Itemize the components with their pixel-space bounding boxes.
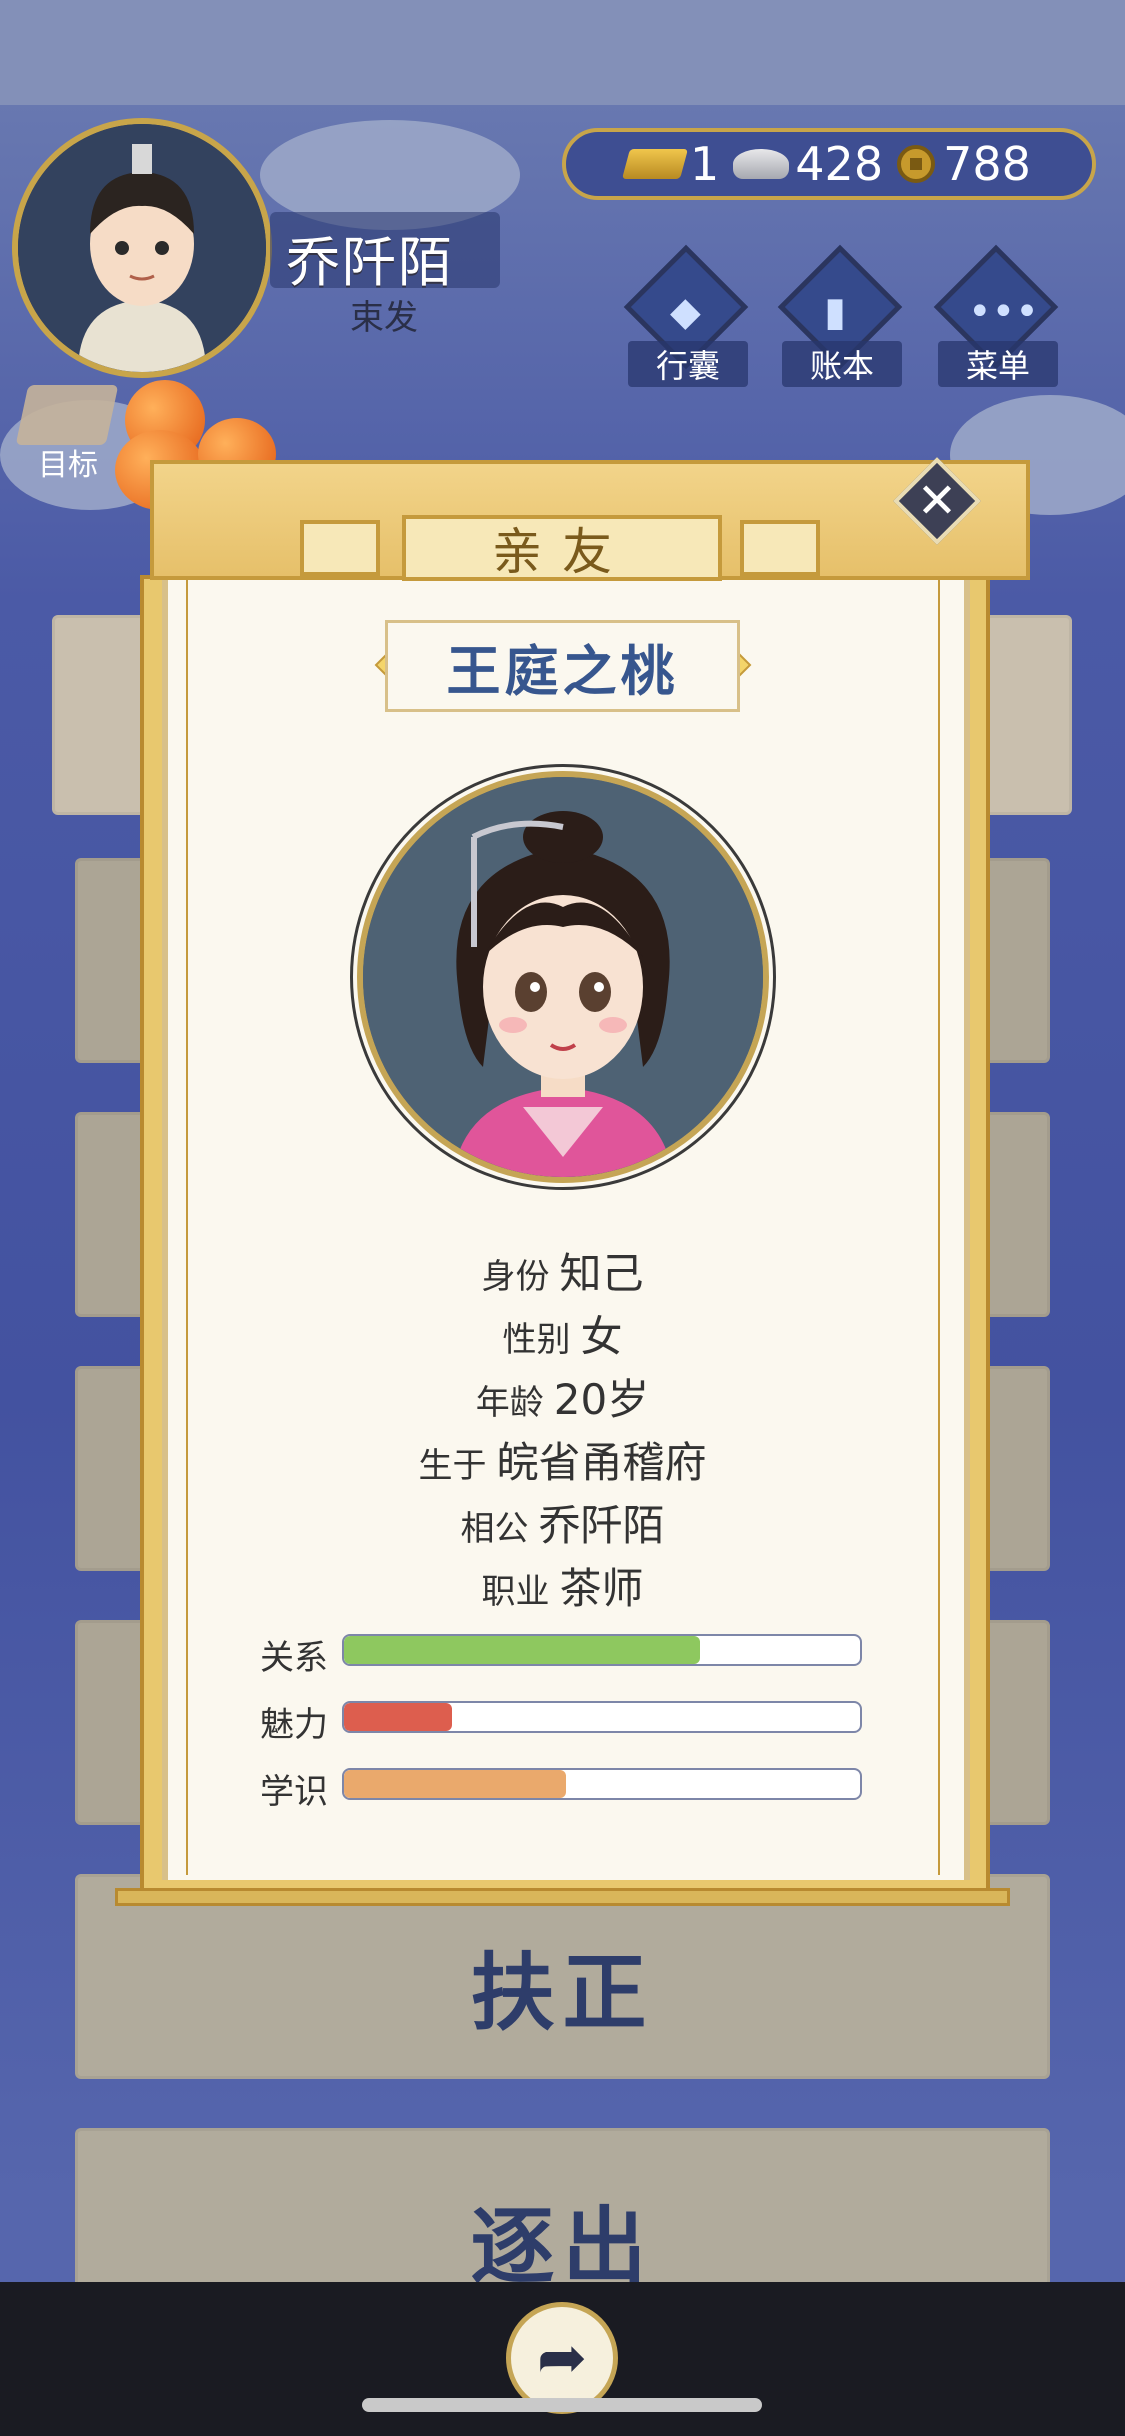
menu-dots-icon: ••• [968,289,1039,335]
stat-relationship: 关系 [260,1630,862,1678]
info-row-husband: 相公 乔阡陌 [0,1492,1125,1553]
player-avatar-image [18,124,266,372]
bag-label: 行囊 [628,341,748,387]
stat-relationship-fill [344,1636,701,1664]
goal-label: 目标 [38,448,98,483]
ledger-icon: ▮ [824,289,847,335]
silver-amount: 428 [795,137,884,191]
player-avatar[interactable] [12,118,272,378]
stat-charm-label: 魅力 [260,1705,328,1745]
stat-knowledge-track [342,1768,862,1800]
bag-button[interactable]: ◆ 行囊 [623,244,749,387]
player-name: 乔阡陌 [286,231,454,294]
top-band [0,0,1125,105]
ledger-label: 账本 [782,341,902,387]
husband-label: 相公 [460,1509,529,1549]
gold-counter: 1 [621,137,720,191]
copper-coin-icon [897,145,936,183]
info-row-gender: 性别女 [0,1303,1125,1364]
player-hairstyle: 束发 [350,298,418,338]
bag-icon: ◆ [670,289,701,335]
share-icon: ➦ [536,2323,588,2393]
age-value: 20岁 [553,1375,650,1424]
stat-knowledge: 学识 [260,1764,862,1812]
copper-counter: 788 [897,137,1031,191]
ledger-button[interactable]: ▮ 账本 [777,244,903,387]
menu-label: 菜单 [938,341,1058,387]
goal-icon[interactable] [15,385,119,445]
friend-portrait [357,771,769,1183]
birthplace-value: 皖省甬稽府 [496,1438,707,1487]
gender-label: 性别 [502,1320,571,1360]
friend-name: 王庭之桃 [385,620,740,712]
stat-relationship-label: 关系 [260,1638,328,1678]
info-row-identity: 身份 知己 [0,1240,1125,1301]
modal-header-ornament [740,520,820,576]
identity-value: 知己 [559,1249,644,1298]
menu-button[interactable]: ••• 菜单 [933,244,1059,387]
identity-label: 身份 [481,1257,550,1297]
home-indicator [362,2398,762,2412]
modal-title: 亲友 [402,515,722,581]
husband-value: 乔阡陌 [538,1501,665,1550]
friend-portrait-image [363,777,763,1177]
modal-scroll-rod [115,1888,1010,1906]
currency-bar: 1 428 788 [562,128,1096,200]
info-row-occupation: 职业 茶师 [0,1555,1125,1616]
stat-charm: 魅力 [260,1697,862,1745]
gold-amount: 1 [690,137,720,191]
stat-charm-track [342,1701,862,1733]
stat-knowledge-label: 学识 [260,1772,328,1812]
close-icon[interactable]: ✕ [906,472,968,534]
copper-amount: 788 [943,137,1031,191]
stat-charm-fill [344,1703,453,1731]
promote-label: 扶正 [470,1944,655,2042]
modal-header-ornament [300,520,380,576]
stat-relationship-track [342,1634,862,1666]
silver-counter: 428 [733,137,883,191]
info-row-age: 年龄 20岁 [0,1366,1125,1427]
occupation-label: 职业 [481,1572,550,1612]
birthplace-label: 生于 [418,1446,487,1486]
occupation-value: 茶师 [559,1564,644,1613]
silver-ingot-icon [733,149,790,179]
age-label: 年龄 [475,1383,544,1423]
info-row-birthplace: 生于 皖省甬稽府 [0,1429,1125,1490]
gender-value: 女 [580,1312,623,1361]
gold-ingot-icon [621,149,689,179]
stat-knowledge-fill [344,1770,566,1798]
